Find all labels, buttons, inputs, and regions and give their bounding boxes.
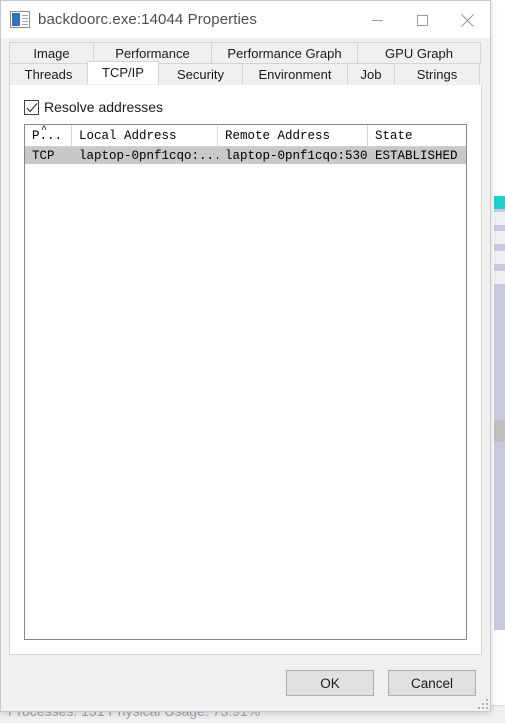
- tab-security[interactable]: Security: [158, 63, 243, 85]
- column-header-label: State: [375, 128, 413, 143]
- column-header-state[interactable]: State: [368, 125, 466, 146]
- column-header-local-address[interactable]: Local Address: [72, 125, 218, 146]
- tab-label: Threads: [24, 67, 73, 82]
- tab-label: Job: [360, 67, 382, 82]
- dialog-footer: OK Cancel: [1, 655, 490, 711]
- tab-environment[interactable]: Environment: [242, 63, 348, 85]
- cell-protocol: TCP: [32, 148, 55, 163]
- tab-strings[interactable]: Strings: [394, 63, 480, 85]
- column-header-protocol[interactable]: P... ^: [25, 125, 72, 146]
- cell-remote-address: laptop-0pnf1cqo:5301: [225, 148, 368, 163]
- column-header-label: Remote Address: [225, 128, 331, 143]
- background-list-row: [494, 420, 505, 442]
- tab-row-2: Threads TCP/IP Security Environment Job …: [9, 61, 482, 85]
- tab-label: GPU Graph: [385, 45, 453, 61]
- list-body: TCP laptop-0pnf1cqo:... laptop-0pnf1cqo:…: [25, 147, 466, 639]
- tab-threads[interactable]: Threads: [9, 63, 88, 85]
- tab-row-1: Image Performance Performance Graph GPU …: [9, 42, 482, 63]
- resize-grip-icon[interactable]: [475, 696, 488, 709]
- tab-label: Security: [177, 67, 224, 82]
- background-strip-list: [494, 200, 505, 630]
- cancel-button[interactable]: Cancel: [388, 670, 476, 696]
- close-button[interactable]: [445, 1, 490, 39]
- background-list-row: [494, 251, 505, 264]
- resolve-addresses-checkbox[interactable]: Resolve addresses: [24, 99, 163, 115]
- table-row[interactable]: TCP laptop-0pnf1cqo:... laptop-0pnf1cqo:…: [25, 147, 466, 164]
- tab-label: Image: [33, 45, 70, 61]
- checkmark-icon: [26, 102, 38, 112]
- minimize-button[interactable]: [355, 1, 400, 39]
- panel-bottom-spacer: [10, 640, 481, 654]
- tab-image[interactable]: Image: [9, 42, 94, 63]
- list-header-row: P... ^ Local Address Remote Address Stat…: [25, 125, 466, 147]
- maximize-button[interactable]: [400, 1, 445, 39]
- tab-strip: Image Performance Performance Graph GPU …: [1, 39, 490, 85]
- window-controls: [355, 1, 490, 39]
- cell-local-address: laptop-0pnf1cqo:...: [79, 148, 218, 163]
- tab-label: Performance Graph: [227, 45, 342, 61]
- column-header-remote-address[interactable]: Remote Address: [218, 125, 368, 146]
- cell-state: ESTABLISHED: [375, 148, 458, 163]
- tab-performance[interactable]: Performance: [93, 42, 212, 63]
- tab-performance-graph[interactable]: Performance Graph: [211, 42, 358, 63]
- background-list-row: [494, 212, 505, 225]
- window-title: backdoorc.exe:14044 Properties: [38, 11, 257, 28]
- tab-tcpip[interactable]: TCP/IP: [87, 61, 159, 84]
- checkbox-box: [24, 99, 39, 115]
- tab-gpu-graph[interactable]: GPU Graph: [357, 42, 481, 63]
- resolve-addresses-label: Resolve addresses: [44, 99, 164, 115]
- tab-label: Performance: [115, 45, 190, 61]
- background-strip-bottom: [494, 630, 505, 705]
- background-list-row-selected: [494, 196, 505, 209]
- tcpip-connections-list[interactable]: P... ^ Local Address Remote Address Stat…: [24, 124, 467, 640]
- tab-panel-tcpip: Resolve addresses P... ^ Local Address R…: [9, 85, 482, 655]
- process-properties-icon: [10, 11, 30, 28]
- background-strip-top: [494, 0, 505, 200]
- title-bar: backdoorc.exe:14044 Properties: [1, 1, 490, 39]
- tab-label: Environment: [258, 67, 332, 82]
- background-list-row: [494, 231, 505, 244]
- tab-label: TCP/IP: [102, 65, 144, 80]
- minimize-icon: [372, 19, 383, 21]
- background-list-row: [494, 271, 505, 284]
- sort-ascending-icon: ^: [41, 125, 48, 136]
- tab-job[interactable]: Job: [347, 63, 395, 85]
- column-header-label: Local Address: [79, 128, 177, 143]
- ok-button[interactable]: OK: [286, 670, 374, 696]
- properties-dialog: backdoorc.exe:14044 Properties Image Per…: [0, 0, 491, 712]
- close-icon: [461, 13, 474, 27]
- tab-label: Strings: [416, 67, 458, 82]
- maximize-icon: [417, 14, 428, 26]
